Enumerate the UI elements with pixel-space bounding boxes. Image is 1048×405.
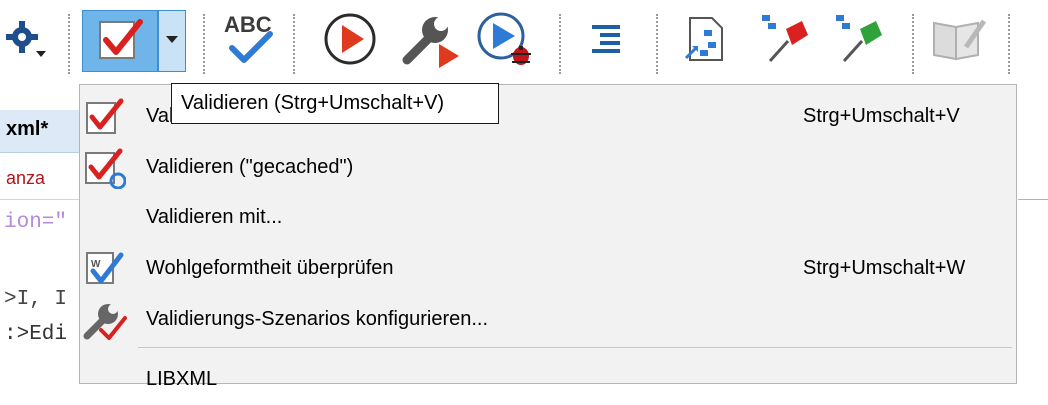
wrench-play-icon bbox=[399, 10, 461, 73]
menu-item-label: LIBXML bbox=[146, 368, 218, 390]
menu-item-label: Validieren ("gecached") bbox=[146, 156, 354, 178]
pin-green-icon bbox=[832, 11, 886, 72]
toolbar-separator bbox=[68, 14, 70, 74]
format-indent-button[interactable] bbox=[578, 10, 634, 72]
editor-tab-label: xml* bbox=[6, 118, 49, 140]
toolbar-separator bbox=[559, 14, 561, 74]
toolbar: ABC bbox=[0, 0, 1048, 84]
menu-item-wellformedness[interactable]: W Wohlgeformtheit überprüfen Strg+Umscha… bbox=[80, 244, 1016, 294]
tooltip: Validieren (Strg+Umschalt+V) bbox=[171, 83, 499, 124]
menu-item-label: Validieren mit... bbox=[146, 206, 283, 228]
debug-transformation-button[interactable] bbox=[474, 10, 538, 72]
menu-item-validate-cached[interactable]: Validieren ("gecached") bbox=[80, 143, 1016, 193]
abc-check-icon: ABC bbox=[218, 10, 280, 73]
code-line[interactable]: :>Edi bbox=[4, 323, 67, 346]
spell-check-label: ABC bbox=[224, 12, 272, 37]
edit-book-button[interactable] bbox=[928, 10, 988, 72]
validate-button[interactable] bbox=[82, 10, 158, 72]
open-document-button[interactable] bbox=[676, 10, 734, 72]
gear-dropdown-icon bbox=[2, 17, 50, 66]
pin-red-icon bbox=[758, 11, 812, 72]
code-line[interactable]: ion=" bbox=[4, 211, 67, 234]
spell-check-button[interactable]: ABC bbox=[216, 10, 282, 72]
tooltip-text: Validieren (Strg+Umschalt+V) bbox=[181, 92, 445, 114]
toolbar-separator bbox=[912, 14, 914, 74]
document-tree-icon bbox=[682, 14, 728, 69]
menu-item-label: Validierungs-Szenarios konfigurieren... bbox=[146, 308, 489, 330]
wellformed-check-icon: W bbox=[80, 244, 130, 294]
svg-text:W: W bbox=[91, 259, 101, 270]
toolbar-separator bbox=[656, 14, 658, 74]
menu-item-validate-with[interactable]: Validieren mit... bbox=[80, 193, 1016, 243]
run-transformation-button[interactable] bbox=[318, 10, 382, 72]
menu-item-shortcut: Strg+Umschalt+V bbox=[803, 105, 960, 127]
pin-green-button[interactable] bbox=[830, 10, 888, 72]
menu-item-configure-scenarios[interactable]: Validierungs-Szenarios konfigurieren... bbox=[80, 295, 1016, 345]
play-circle-bug-icon bbox=[475, 10, 537, 73]
debug-settings-button[interactable] bbox=[0, 10, 52, 72]
wrench-check-icon bbox=[80, 295, 130, 345]
pin-red-button[interactable] bbox=[756, 10, 814, 72]
toolbar-separator bbox=[1008, 14, 1010, 74]
menu-item-label: Wohlgeformtheit überprüfen bbox=[146, 257, 394, 279]
toolbar-separator bbox=[293, 14, 295, 74]
play-circle-red-icon bbox=[322, 11, 378, 72]
book-edit-icon bbox=[930, 15, 987, 68]
breadcrumb-divider bbox=[0, 199, 80, 200]
validate-check-icon bbox=[80, 92, 130, 142]
configure-transformation-button[interactable] bbox=[398, 10, 462, 72]
editor-divider bbox=[1018, 199, 1048, 200]
code-line[interactable]: >I, I bbox=[4, 288, 67, 311]
menu-item-libxml[interactable]: LIBXML bbox=[80, 355, 1016, 405]
validate-dropdown-button[interactable] bbox=[158, 10, 186, 72]
chevron-down-icon bbox=[165, 32, 179, 50]
breadcrumb[interactable]: anza bbox=[6, 168, 45, 189]
format-indent-icon bbox=[586, 19, 626, 64]
menu-separator bbox=[138, 347, 1012, 348]
menu-item-shortcut: Strg+Umschalt+W bbox=[803, 257, 966, 279]
validate-cached-icon bbox=[80, 143, 130, 193]
toolbar-separator bbox=[203, 14, 205, 74]
validate-dropdown-menu: Validieren Strg+Umschalt+V Validieren ("… bbox=[79, 84, 1017, 390]
validate-check-icon bbox=[96, 16, 144, 67]
